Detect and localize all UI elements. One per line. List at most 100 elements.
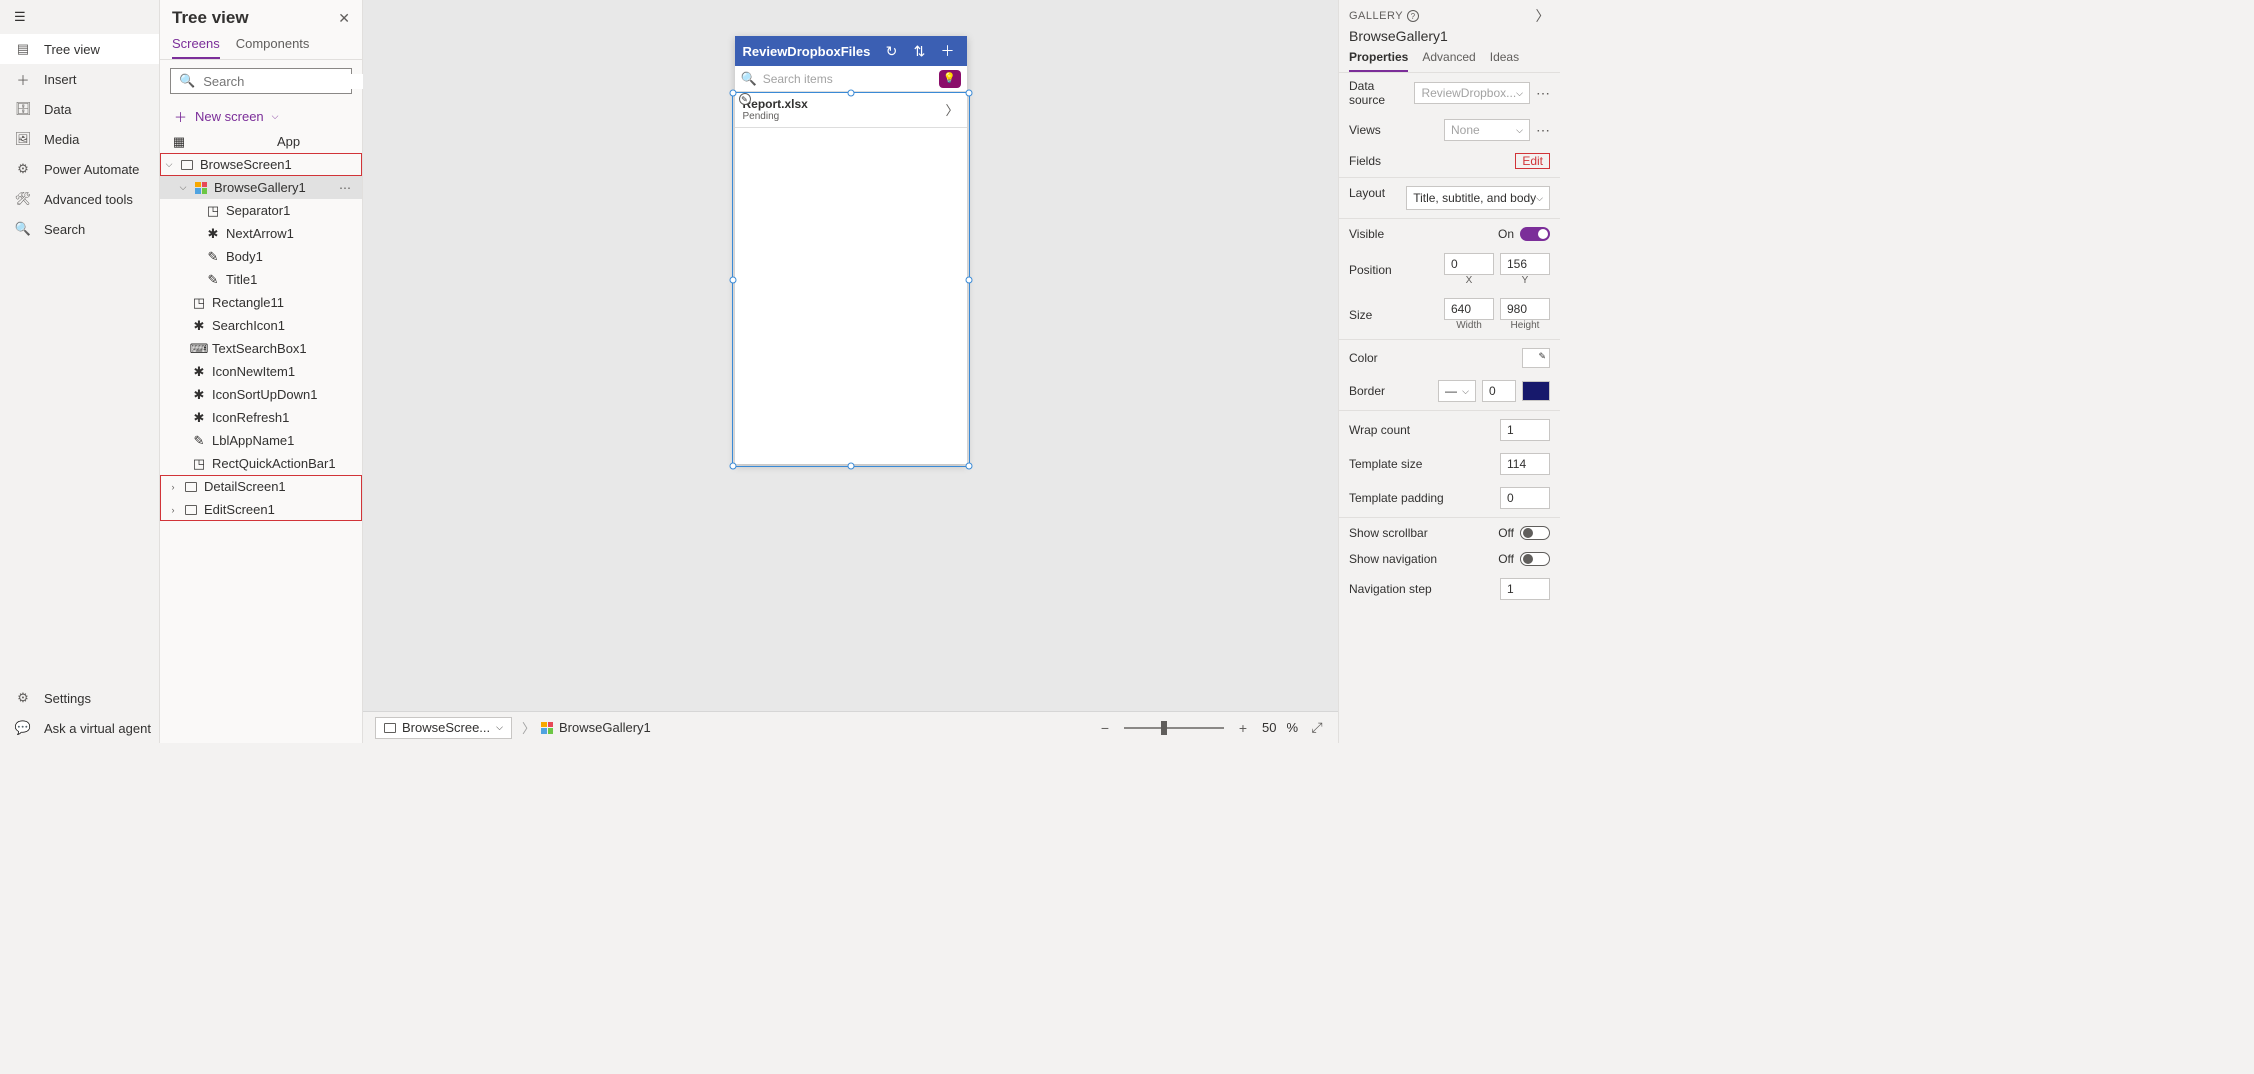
- tree-item-browse-screen[interactable]: ⌵ BrowseScreen1: [160, 153, 362, 176]
- border-style-select[interactable]: —⌵: [1438, 380, 1476, 402]
- app-preview: ReviewDropboxFiles ↻ ⇅ ＋ 🔍 Search items …: [735, 36, 967, 464]
- icon-icon: ✱: [192, 388, 206, 402]
- size-width-input[interactable]: 640: [1444, 298, 1494, 320]
- ideas-button[interactable]: 💡: [939, 70, 961, 88]
- prop-data-source-label: Data source: [1349, 79, 1408, 107]
- new-screen-button[interactable]: ＋ New screen ⌵: [160, 102, 362, 130]
- help-icon[interactable]: ?: [1407, 10, 1419, 22]
- navstep-input[interactable]: 1: [1500, 578, 1550, 600]
- row-title: Report.xlsx: [743, 97, 940, 111]
- tree-search-input[interactable]: [203, 74, 379, 89]
- rail-search[interactable]: 🔍 Search: [0, 214, 159, 244]
- layout-select[interactable]: Title, subtitle, and body⌵: [1406, 186, 1550, 210]
- tree-item-icon-new[interactable]: ✱ IconNewItem1: [160, 360, 362, 383]
- chevron-right-icon[interactable]: 〉: [945, 100, 958, 119]
- scrollbar-toggle[interactable]: [1520, 526, 1550, 540]
- wrap-count-input[interactable]: 1: [1500, 419, 1550, 441]
- tools-icon: 🛠: [14, 191, 32, 207]
- tree-item-rect-quick[interactable]: ◳ RectQuickActionBar1: [160, 452, 362, 475]
- breadcrumb[interactable]: 〉 BrowseGallery1: [522, 718, 651, 737]
- gallery-row[interactable]: Report.xlsx Pending 〉: [735, 92, 967, 128]
- tree-item-title[interactable]: ✎ Title1: [160, 268, 362, 291]
- rail-data[interactable]: 🗄 Data: [0, 94, 159, 124]
- rail-media[interactable]: 🖼 Media: [0, 124, 159, 154]
- close-panel-button[interactable]: ✕: [338, 10, 350, 27]
- gallery-area[interactable]: Report.xlsx Pending 〉: [735, 92, 967, 464]
- tree-item-icon-refresh[interactable]: ✱ IconRefresh1: [160, 406, 362, 429]
- tab-advanced[interactable]: Advanced: [1422, 50, 1475, 72]
- tree-item-lbl-app[interactable]: ✎ LblAppName1: [160, 429, 362, 452]
- tree-item-text-search[interactable]: ⌨ TextSearchBox1: [160, 337, 362, 360]
- edit-fields-button[interactable]: Edit: [1516, 152, 1549, 170]
- zoom-in-button[interactable]: +: [1234, 720, 1252, 736]
- expand-panel-button[interactable]: 〉: [1536, 6, 1551, 26]
- tab-ideas[interactable]: Ideas: [1490, 50, 1519, 72]
- rail-ask-agent[interactable]: 💬 Ask a virtual agent: [0, 713, 159, 743]
- tree-label: App: [277, 134, 356, 149]
- tree-item-app[interactable]: ▦ App: [160, 130, 362, 153]
- tree-search-box[interactable]: 🔍: [170, 68, 352, 94]
- views-select[interactable]: None⌵: [1444, 119, 1530, 141]
- tab-properties[interactable]: Properties: [1349, 50, 1408, 72]
- tree-item-browse-gallery[interactable]: ⌵ BrowseGallery1 ⋯: [160, 176, 362, 199]
- tree-item-body[interactable]: ✎ Body1: [160, 245, 362, 268]
- hamburger-icon: ☰: [14, 9, 26, 25]
- rail-tree-view[interactable]: ▤ Tree view: [0, 34, 159, 64]
- color-swatch[interactable]: ✎: [1522, 348, 1550, 368]
- position-y-input[interactable]: 156: [1500, 253, 1550, 275]
- fit-screen-button[interactable]: ⤢: [1308, 719, 1326, 736]
- sort-icon[interactable]: ⇅: [909, 43, 931, 60]
- edit-template-button[interactable]: ✎: [739, 93, 751, 105]
- shownav-toggle[interactable]: [1520, 552, 1550, 566]
- tree-item-separator[interactable]: ◳ Separator1: [160, 199, 362, 222]
- position-x-input[interactable]: 0: [1444, 253, 1494, 275]
- rail-settings[interactable]: ⚙ Settings: [0, 683, 159, 713]
- template-size-input[interactable]: 114: [1500, 453, 1550, 475]
- chevron-right-icon[interactable]: ›: [168, 505, 178, 515]
- tab-components[interactable]: Components: [236, 36, 310, 59]
- border-color-swatch[interactable]: [1522, 381, 1550, 401]
- rail-insert[interactable]: ＋ Insert: [0, 64, 159, 94]
- tree-item-edit-screen[interactable]: › EditScreen1: [160, 498, 362, 521]
- gallery-icon: [541, 722, 553, 734]
- tree-item-next-arrow[interactable]: ✱ NextArrow1: [160, 222, 362, 245]
- tree-item-detail-screen[interactable]: › DetailScreen1: [160, 475, 362, 498]
- rail-label: Search: [44, 222, 85, 237]
- rail-advanced-tools[interactable]: 🛠 Advanced tools: [0, 184, 159, 214]
- screen-icon: [384, 723, 396, 733]
- hamburger-button[interactable]: ☰: [0, 0, 159, 34]
- chevron-down-icon[interactable]: ⌵: [178, 182, 188, 193]
- zoom-slider[interactable]: [1124, 727, 1224, 729]
- selected-control-name: BrowseGallery1: [1339, 26, 1560, 50]
- size-height-input[interactable]: 980: [1500, 298, 1550, 320]
- visible-toggle[interactable]: [1520, 227, 1550, 241]
- rail-power-automate[interactable]: ⚙ Power Automate: [0, 154, 159, 184]
- zoom-out-button[interactable]: −: [1096, 720, 1114, 736]
- more-button[interactable]: ⋯: [339, 181, 356, 195]
- tree-label: BrowseGallery1: [214, 180, 333, 195]
- more-button[interactable]: ⋯: [1536, 126, 1550, 134]
- plus-icon: ＋: [14, 70, 32, 89]
- template-padding-input[interactable]: 0: [1500, 487, 1550, 509]
- prop-color-label: Color: [1349, 351, 1516, 365]
- chevron-right-icon[interactable]: ›: [168, 482, 178, 492]
- screen-selector[interactable]: BrowseScree... ⌵: [375, 717, 512, 739]
- refresh-icon[interactable]: ↻: [881, 43, 903, 60]
- visible-value: On: [1498, 227, 1514, 241]
- chevron-down-icon[interactable]: ⌵: [164, 159, 174, 170]
- screen-icon: [184, 480, 198, 494]
- row-subtitle: Pending: [743, 111, 940, 122]
- tab-screens[interactable]: Screens: [172, 36, 220, 59]
- textinput-icon: ⌨: [192, 342, 206, 356]
- border-width-input[interactable]: 0: [1482, 380, 1516, 402]
- data-source-select[interactable]: ReviewDropbox...⌵: [1414, 82, 1530, 104]
- more-button[interactable]: ⋯: [1536, 89, 1550, 97]
- tree-item-rectangle[interactable]: ◳ Rectangle11: [160, 291, 362, 314]
- chevron-down-icon: ⌵: [496, 722, 503, 733]
- tree-item-search-icon[interactable]: ✱ SearchIcon1: [160, 314, 362, 337]
- add-icon[interactable]: ＋: [937, 41, 959, 61]
- tree-item-icon-sort[interactable]: ✱ IconSortUpDown1: [160, 383, 362, 406]
- search-placeholder[interactable]: Search items: [763, 72, 933, 86]
- rail-label: Ask a virtual agent: [44, 721, 151, 736]
- canvas-stage[interactable]: ReviewDropboxFiles ↻ ⇅ ＋ 🔍 Search items …: [363, 0, 1338, 711]
